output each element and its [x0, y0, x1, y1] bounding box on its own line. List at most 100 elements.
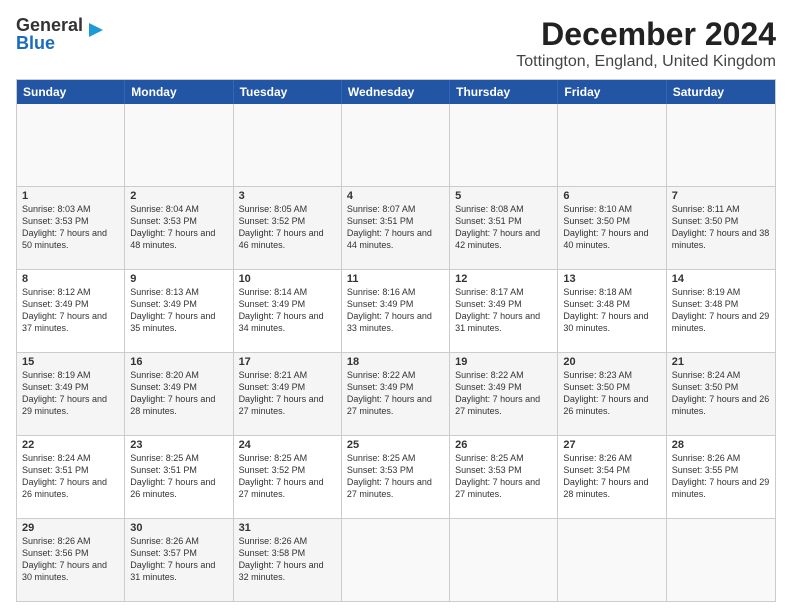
day-number: 14 [672, 273, 770, 285]
day-info: Sunrise: 8:21 AM Sunset: 3:49 PM Dayligh… [239, 369, 336, 418]
day-info: Sunrise: 8:18 AM Sunset: 3:48 PM Dayligh… [563, 286, 660, 335]
calendar-cell-w4d6: 28Sunrise: 8:26 AM Sunset: 3:55 PM Dayli… [667, 436, 775, 518]
calendar-cell-w5d1: 30Sunrise: 8:26 AM Sunset: 3:57 PM Dayli… [125, 519, 233, 601]
calendar-cell-w1d4: 5Sunrise: 8:08 AM Sunset: 3:51 PM Daylig… [450, 187, 558, 269]
day-number: 16 [130, 356, 227, 368]
calendar-cell-w3d4: 19Sunrise: 8:22 AM Sunset: 3:49 PM Dayli… [450, 353, 558, 435]
calendar-cell-w4d4: 26Sunrise: 8:25 AM Sunset: 3:53 PM Dayli… [450, 436, 558, 518]
title-block: December 2024 Tottington, England, Unite… [516, 16, 776, 71]
day-number: 23 [130, 439, 227, 451]
calendar-header: Sunday Monday Tuesday Wednesday Thursday… [17, 80, 775, 104]
day-number: 29 [22, 522, 119, 534]
day-number: 10 [239, 273, 336, 285]
calendar-cell-w2d0: 8Sunrise: 8:12 AM Sunset: 3:49 PM Daylig… [17, 270, 125, 352]
day-info: Sunrise: 8:25 AM Sunset: 3:53 PM Dayligh… [455, 452, 552, 501]
day-number: 20 [563, 356, 660, 368]
day-info: Sunrise: 8:26 AM Sunset: 3:58 PM Dayligh… [239, 535, 336, 584]
day-number: 17 [239, 356, 336, 368]
header-sunday: Sunday [17, 80, 125, 104]
logo-arrow-icon [85, 19, 107, 41]
calendar-cell-w2d3: 11Sunrise: 8:16 AM Sunset: 3:49 PM Dayli… [342, 270, 450, 352]
header-tuesday: Tuesday [234, 80, 342, 104]
day-info: Sunrise: 8:08 AM Sunset: 3:51 PM Dayligh… [455, 203, 552, 252]
calendar-cell-w5d6 [667, 519, 775, 601]
page-subtitle: Tottington, England, United Kingdom [516, 53, 776, 71]
calendar-cell-w0d0 [17, 104, 125, 186]
day-info: Sunrise: 8:25 AM Sunset: 3:51 PM Dayligh… [130, 452, 227, 501]
calendar-cell-w3d1: 16Sunrise: 8:20 AM Sunset: 3:49 PM Dayli… [125, 353, 233, 435]
day-number: 7 [672, 190, 770, 202]
calendar-week-0 [17, 104, 775, 187]
calendar-cell-w1d5: 6Sunrise: 8:10 AM Sunset: 3:50 PM Daylig… [558, 187, 666, 269]
day-number: 1 [22, 190, 119, 202]
calendar: Sunday Monday Tuesday Wednesday Thursday… [16, 79, 776, 602]
calendar-cell-w1d3: 4Sunrise: 8:07 AM Sunset: 3:51 PM Daylig… [342, 187, 450, 269]
header-wednesday: Wednesday [342, 80, 450, 104]
day-number: 18 [347, 356, 444, 368]
page: General Blue December 2024 Tottington, E… [0, 0, 792, 612]
day-info: Sunrise: 8:23 AM Sunset: 3:50 PM Dayligh… [563, 369, 660, 418]
day-number: 8 [22, 273, 119, 285]
day-number: 13 [563, 273, 660, 285]
calendar-cell-w0d2 [234, 104, 342, 186]
day-info: Sunrise: 8:24 AM Sunset: 3:50 PM Dayligh… [672, 369, 770, 418]
calendar-cell-w5d3 [342, 519, 450, 601]
day-info: Sunrise: 8:19 AM Sunset: 3:49 PM Dayligh… [22, 369, 119, 418]
day-info: Sunrise: 8:14 AM Sunset: 3:49 PM Dayligh… [239, 286, 336, 335]
logo-blue: Blue [16, 34, 83, 52]
logo: General Blue [16, 16, 107, 52]
calendar-cell-w0d1 [125, 104, 233, 186]
day-number: 25 [347, 439, 444, 451]
day-info: Sunrise: 8:16 AM Sunset: 3:49 PM Dayligh… [347, 286, 444, 335]
calendar-week-2: 8Sunrise: 8:12 AM Sunset: 3:49 PM Daylig… [17, 270, 775, 353]
day-info: Sunrise: 8:20 AM Sunset: 3:49 PM Dayligh… [130, 369, 227, 418]
header-thursday: Thursday [450, 80, 558, 104]
day-info: Sunrise: 8:22 AM Sunset: 3:49 PM Dayligh… [347, 369, 444, 418]
calendar-cell-w2d1: 9Sunrise: 8:13 AM Sunset: 3:49 PM Daylig… [125, 270, 233, 352]
calendar-cell-w0d3 [342, 104, 450, 186]
calendar-cell-w3d6: 21Sunrise: 8:24 AM Sunset: 3:50 PM Dayli… [667, 353, 775, 435]
day-info: Sunrise: 8:12 AM Sunset: 3:49 PM Dayligh… [22, 286, 119, 335]
day-number: 12 [455, 273, 552, 285]
page-title: December 2024 [516, 16, 776, 53]
calendar-cell-w3d3: 18Sunrise: 8:22 AM Sunset: 3:49 PM Dayli… [342, 353, 450, 435]
day-number: 22 [22, 439, 119, 451]
day-info: Sunrise: 8:25 AM Sunset: 3:53 PM Dayligh… [347, 452, 444, 501]
calendar-cell-w5d0: 29Sunrise: 8:26 AM Sunset: 3:56 PM Dayli… [17, 519, 125, 601]
calendar-week-4: 22Sunrise: 8:24 AM Sunset: 3:51 PM Dayli… [17, 436, 775, 519]
calendar-cell-w0d5 [558, 104, 666, 186]
day-info: Sunrise: 8:07 AM Sunset: 3:51 PM Dayligh… [347, 203, 444, 252]
day-info: Sunrise: 8:26 AM Sunset: 3:55 PM Dayligh… [672, 452, 770, 501]
day-info: Sunrise: 8:05 AM Sunset: 3:52 PM Dayligh… [239, 203, 336, 252]
header-saturday: Saturday [667, 80, 775, 104]
calendar-cell-w2d5: 13Sunrise: 8:18 AM Sunset: 3:48 PM Dayli… [558, 270, 666, 352]
calendar-cell-w0d4 [450, 104, 558, 186]
day-number: 5 [455, 190, 552, 202]
calendar-body: 1Sunrise: 8:03 AM Sunset: 3:53 PM Daylig… [17, 104, 775, 601]
calendar-cell-w5d4 [450, 519, 558, 601]
header-monday: Monday [125, 80, 233, 104]
day-number: 27 [563, 439, 660, 451]
calendar-cell-w2d6: 14Sunrise: 8:19 AM Sunset: 3:48 PM Dayli… [667, 270, 775, 352]
calendar-cell-w1d1: 2Sunrise: 8:04 AM Sunset: 3:53 PM Daylig… [125, 187, 233, 269]
day-number: 15 [22, 356, 119, 368]
day-number: 31 [239, 522, 336, 534]
day-number: 9 [130, 273, 227, 285]
calendar-cell-w0d6 [667, 104, 775, 186]
calendar-cell-w4d5: 27Sunrise: 8:26 AM Sunset: 3:54 PM Dayli… [558, 436, 666, 518]
day-info: Sunrise: 8:04 AM Sunset: 3:53 PM Dayligh… [130, 203, 227, 252]
day-info: Sunrise: 8:24 AM Sunset: 3:51 PM Dayligh… [22, 452, 119, 501]
day-info: Sunrise: 8:22 AM Sunset: 3:49 PM Dayligh… [455, 369, 552, 418]
day-number: 4 [347, 190, 444, 202]
calendar-cell-w3d2: 17Sunrise: 8:21 AM Sunset: 3:49 PM Dayli… [234, 353, 342, 435]
day-info: Sunrise: 8:26 AM Sunset: 3:54 PM Dayligh… [563, 452, 660, 501]
calendar-cell-w4d1: 23Sunrise: 8:25 AM Sunset: 3:51 PM Dayli… [125, 436, 233, 518]
day-info: Sunrise: 8:17 AM Sunset: 3:49 PM Dayligh… [455, 286, 552, 335]
day-info: Sunrise: 8:26 AM Sunset: 3:57 PM Dayligh… [130, 535, 227, 584]
day-info: Sunrise: 8:11 AM Sunset: 3:50 PM Dayligh… [672, 203, 770, 252]
calendar-cell-w3d0: 15Sunrise: 8:19 AM Sunset: 3:49 PM Dayli… [17, 353, 125, 435]
day-number: 30 [130, 522, 227, 534]
calendar-week-5: 29Sunrise: 8:26 AM Sunset: 3:56 PM Dayli… [17, 519, 775, 601]
day-number: 19 [455, 356, 552, 368]
day-number: 28 [672, 439, 770, 451]
